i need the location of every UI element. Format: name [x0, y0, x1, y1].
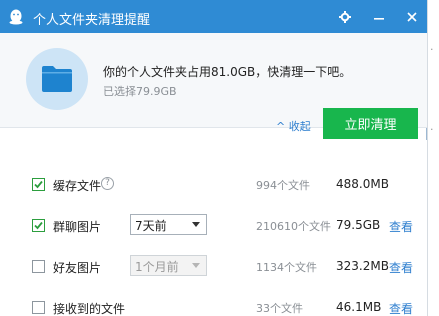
file-category-list: 缓存文件 ? 994个文件 488.0MB 群聊图片 7天前 210610个文件…	[0, 140, 427, 316]
file-size: 488.0MB	[336, 177, 389, 191]
row-label: 好友图片	[53, 261, 102, 275]
row-label: 群聊图片	[53, 220, 102, 234]
usage-message: 你的个人文件夹占用81.0GB，快清理一下吧。	[103, 65, 352, 79]
list-item: 接收到的文件 33个文件 46.1MB 查看	[0, 288, 427, 316]
dropdown-value: 7天前	[135, 219, 167, 233]
file-count: 210610个文件	[256, 220, 331, 233]
view-link[interactable]: 查看	[389, 218, 413, 235]
dropdown-value: 1个月前	[135, 260, 179, 274]
list-item: 缓存文件 ? 994个文件 488.0MB	[0, 165, 427, 205]
background-app-edge: . .	[427, 0, 439, 316]
file-size: 46.1MB	[336, 300, 382, 314]
age-dropdown[interactable]: 1个月前	[130, 255, 207, 276]
age-dropdown[interactable]: 7天前	[130, 214, 207, 235]
window-title: 个人文件夹清理提醒	[33, 13, 151, 28]
file-count: 1134个文件	[256, 261, 317, 274]
list-item: 群聊图片 7天前 210610个文件 79.5GB 查看	[0, 206, 427, 246]
file-size: 79.5GB	[336, 218, 381, 232]
chevron-down-icon	[192, 263, 200, 268]
checkbox-received-files[interactable]	[32, 301, 45, 314]
checkbox-group-images[interactable]	[32, 219, 45, 232]
checkbox-friend-images[interactable]	[32, 260, 45, 273]
collapse-link[interactable]: ^ 收起	[276, 118, 311, 134]
file-count: 33个文件	[256, 302, 303, 315]
background-glyph-1: .	[430, 40, 434, 53]
settings-button[interactable]	[328, 0, 362, 33]
chevron-down-icon	[192, 222, 200, 227]
folder-badge	[26, 48, 88, 110]
check-icon	[34, 180, 43, 189]
close-icon	[406, 11, 417, 22]
minimize-icon	[374, 17, 384, 20]
title-bar: 个人文件夹清理提醒	[0, 0, 427, 33]
list-item: 好友图片 1个月前 1134个文件 323.2MB 查看	[0, 247, 427, 287]
clean-now-button[interactable]: 立即清理	[323, 108, 418, 139]
file-size: 323.2MB	[336, 259, 389, 273]
close-button[interactable]	[396, 0, 427, 33]
question-icon[interactable]: ?	[101, 177, 114, 190]
row-label: 接收到的文件	[53, 302, 126, 316]
folder-icon	[42, 66, 72, 92]
selected-size: 已选择79.9GB	[103, 85, 177, 98]
cleanup-window: 个人文件夹清理提醒 你的个人文件夹占用81.0GB，快清理一下吧。 已选择79.…	[0, 0, 427, 316]
view-link[interactable]: 查看	[389, 259, 413, 276]
file-count: 994个文件	[256, 179, 310, 192]
check-icon	[34, 221, 43, 230]
checkbox-cache[interactable]	[32, 178, 45, 191]
view-link[interactable]: 查看	[389, 300, 413, 316]
background-glyph-2: .	[430, 120, 434, 133]
minimize-button[interactable]	[362, 0, 396, 33]
row-label: 缓存文件	[53, 179, 102, 193]
qq-penguin-icon	[9, 9, 23, 25]
gear-icon	[339, 10, 351, 23]
